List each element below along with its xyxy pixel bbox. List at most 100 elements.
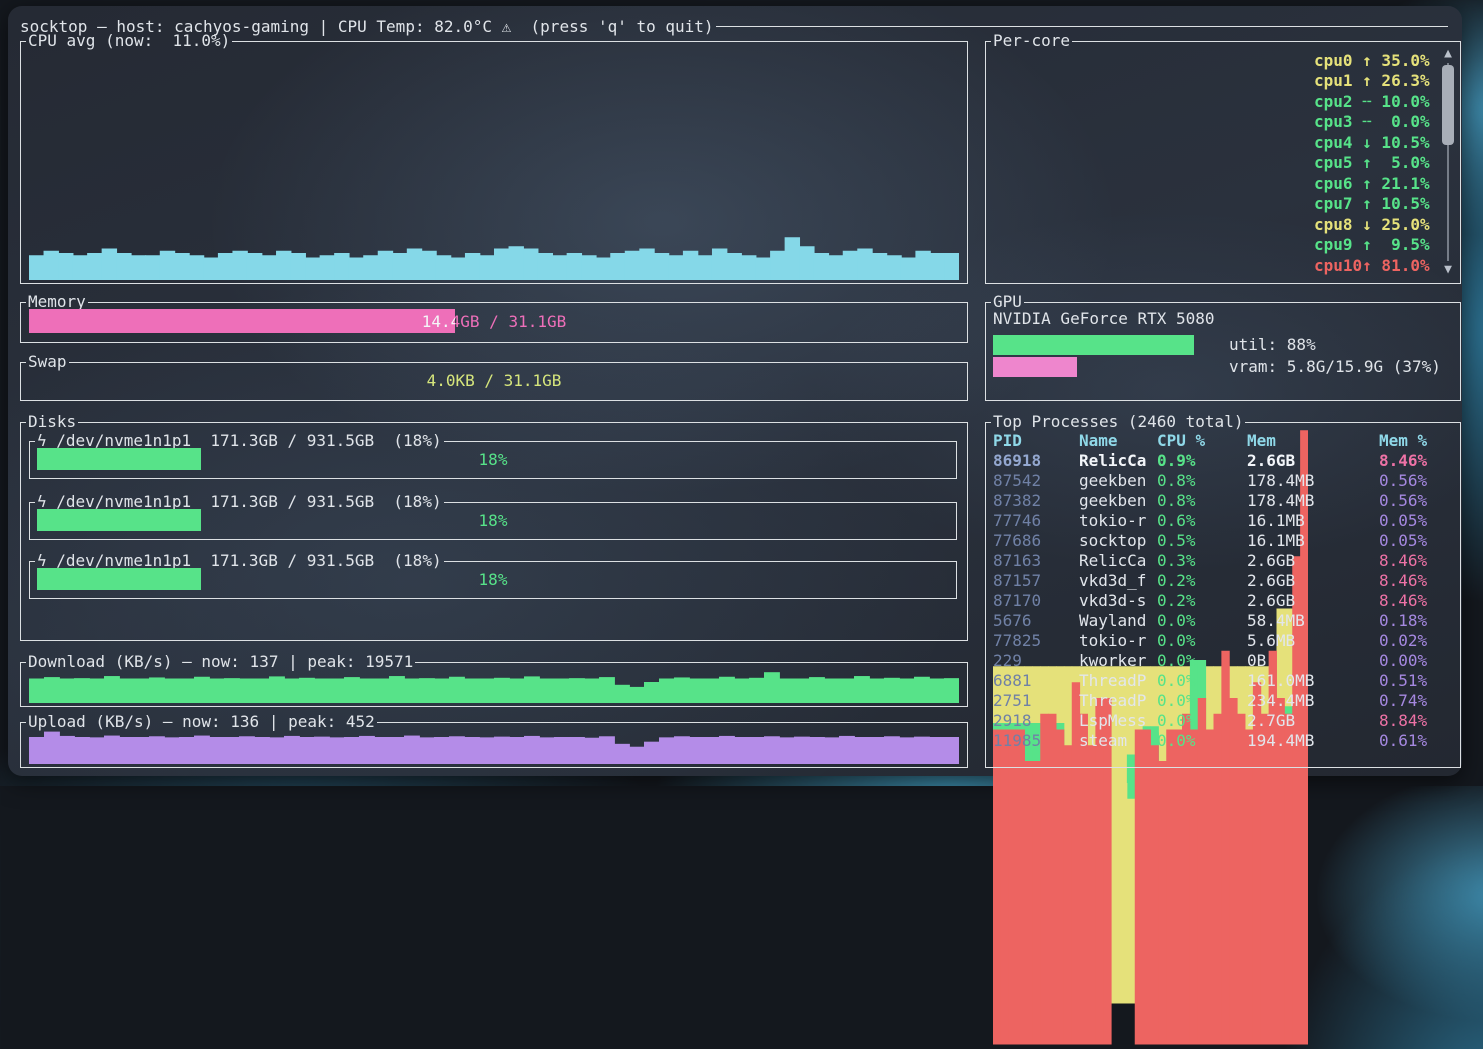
disk-gauge: 18%18% [37,509,949,531]
process-cell: 8.46% [1379,551,1454,570]
process-cell: 0.2% [1157,591,1247,610]
process-row: 87170vkd3d-s0.2%2.6GB8.46% [993,590,1454,610]
column-header: Mem [1247,431,1379,450]
scroll-down-icon[interactable]: ▼ [1441,263,1455,277]
core-row: cpu9 ↑ 9.5% [991,235,1432,255]
process-row: 11985steam0.0%194.4MB0.61% [993,730,1454,750]
process-row: 86918RelicCa0.9%2.6GB8.46% [993,450,1454,470]
core-label: cpu1 ↑ 26.3% [1314,71,1432,90]
process-row: 2751ThreadP0.0%234.4MB0.74% [993,690,1454,710]
process-cell: 178.4MB [1247,471,1379,490]
disk-item: ϟ /dev/nvme1n1p1 171.3GB / 931.5GB (18%)… [29,502,957,540]
core-row: cpu8 ↓ 25.0% [991,214,1432,234]
cpu-avg-sparkline [29,55,959,280]
process-row: 2918LspMess0.0%2.7GB8.84% [993,710,1454,730]
disk-gauge: 18%18% [37,448,949,470]
process-cell: 0.02% [1379,631,1454,650]
process-cell: 0.9% [1157,451,1247,470]
core-row: cpu4 ↓ 10.5% [991,132,1432,152]
process-cell: 0.00% [1379,651,1454,670]
process-cell: socktop [1079,531,1157,550]
process-cell: 87542 [993,471,1079,490]
process-cell: vkd3d_f [1079,571,1157,590]
process-cell: 77746 [993,511,1079,530]
process-cell: 194.4MB [1247,731,1379,750]
process-cell: 0.0% [1157,671,1247,690]
process-cell: 0.8% [1157,491,1247,510]
process-cell: geekben [1079,471,1157,490]
core-label: cpu6 ↑ 21.1% [1314,174,1432,193]
column-header: PID [993,431,1079,450]
core-row: cpu0 ↑ 35.0% [991,50,1432,70]
column-header: Name [1079,431,1157,450]
download-sparkline [29,668,959,703]
process-cell: 0.56% [1379,471,1454,490]
core-sparkline [993,134,1308,152]
process-cell: 0.0% [1157,731,1247,750]
process-cell: 5.6MB [1247,631,1379,650]
gpu-util-label: util: 88% [1229,335,1316,354]
process-cell: 87157 [993,571,1079,590]
process-cell: 5676 [993,611,1079,630]
core-row: cpu1 ↑ 26.3% [991,71,1432,91]
process-cell: RelicCa [1079,451,1157,470]
upload-panel: Upload (KB/s) — now: 136 | peak: 452 [20,722,968,768]
process-cell: 0.0% [1157,611,1247,630]
process-cell: 8.46% [1379,451,1454,470]
core-sparkline [993,114,1308,132]
core-sparkline [993,73,1308,91]
app-title: socktop — host: cachyos-gaming | CPU Tem… [20,17,714,36]
process-cell: 0.6% [1157,511,1247,530]
gpu-util-gauge [993,335,1221,355]
core-row: cpu10↑ 81.0% [991,255,1432,275]
core-sparkline [993,216,1308,234]
core-row: cpu2 ╌ 10.0% [991,91,1432,111]
top-processes-panel: Top Processes (2460 total) PIDNameCPU %M… [985,422,1461,768]
process-cell: steam [1079,731,1157,750]
process-cell: 2751 [993,691,1079,710]
core-label: cpu9 ↑ 9.5% [1314,235,1432,254]
core-label: cpu4 ↓ 10.5% [1314,133,1432,152]
core-label: cpu7 ↑ 10.5% [1314,194,1432,213]
core-row: cpu5 ↑ 5.0% [991,153,1432,173]
memory-panel: Memory 14.4GB / 31.1GB14.4GB / 31.1GB [20,302,968,343]
core-label: cpu2 ╌ 10.0% [1314,92,1432,111]
swap-gauge: 4.0KB / 31.1GB [29,369,959,391]
per-core-scrollbar[interactable]: ▲ ▼ [1441,47,1455,277]
process-row: 229kworker0.0%0B0.00% [993,650,1454,670]
process-cell: 0.0% [1157,711,1247,730]
process-cell: 16.1MB [1247,511,1379,530]
process-cell: 0.05% [1379,531,1454,550]
process-cell: 86918 [993,451,1079,470]
disk-item: ϟ /dev/nvme1n1p1 171.3GB / 931.5GB (18%)… [29,441,957,479]
process-cell: tokio-r [1079,631,1157,650]
gpu-vram-label: vram: 5.8G/15.9G (37%) [1229,357,1441,376]
process-cell: kworker [1079,651,1157,670]
gpu-device-name: NVIDIA GeForce RTX 5080 [993,309,1215,328]
core-sparkline [993,155,1308,173]
process-cell: LspMess [1079,711,1157,730]
process-cell: 0.18% [1379,611,1454,630]
gauge-fill: 18% [37,509,201,531]
process-cell: 2.6GB [1247,571,1379,590]
per-core-list: cpu0 ↑ 35.0%cpu1 ↑ 26.3% cpu2 ╌ 10.0%cpu3… [991,50,1432,275]
process-cell: 2.6GB [1247,551,1379,570]
scroll-up-icon[interactable]: ▲ [1441,47,1455,61]
process-cell: 2.6GB [1247,591,1379,610]
core-row: cpu3 ╌ 0.0% [991,112,1432,132]
process-cell: 0.74% [1379,691,1454,710]
process-cell: 161.0MB [1247,671,1379,690]
upload-sparkline [29,728,959,764]
process-row: 5676Wayland0.0%58.4MB0.18% [993,610,1454,630]
process-cell: 0.2% [1157,571,1247,590]
scrollbar-thumb[interactable] [1442,65,1454,145]
process-cell: 58.4MB [1247,611,1379,630]
process-cell: ThreadP [1079,691,1157,710]
per-core-panel: Per-core cpu0 ↑ 35.0%cpu1 ↑ 26.3%cpu2 ╌ … [985,41,1461,284]
process-cell: 8.46% [1379,571,1454,590]
gauge-label: 4.0KB / 31.1GB [29,369,959,391]
process-cell: tokio-r [1079,511,1157,530]
gauge-fill: 14.4GB / 31.1GB [29,309,455,333]
download-panel: Download (KB/s) — now: 137 | peak: 19571 [20,662,968,707]
process-cell: 87170 [993,591,1079,610]
